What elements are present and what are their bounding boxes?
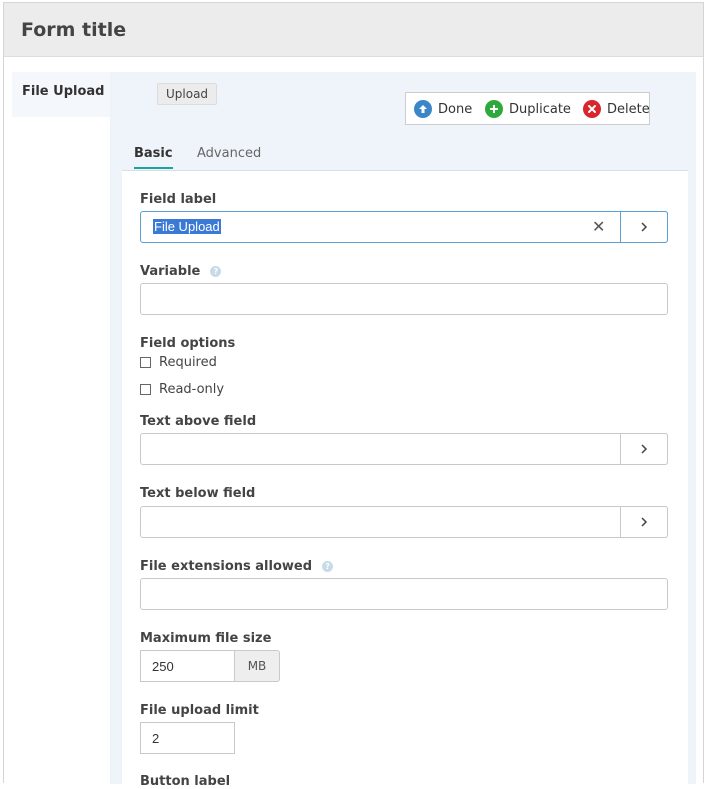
variable-heading: Variable ? xyxy=(140,264,222,279)
read-only-checkbox[interactable] xyxy=(140,384,151,395)
clear-icon[interactable]: ✕ xyxy=(592,217,605,236)
max-file-size-heading: Maximum file size xyxy=(140,631,272,646)
text-below-expand-button[interactable] xyxy=(620,506,668,538)
help-icon[interactable]: ? xyxy=(322,561,334,572)
close-icon xyxy=(583,100,601,118)
form-header: Form title xyxy=(4,3,703,57)
field-options-heading: Field options xyxy=(140,336,236,351)
variable-heading-text: Variable xyxy=(140,264,201,279)
editor-tabs: Basic Advanced xyxy=(122,144,688,171)
action-toolbar: Done Duplicate Delete xyxy=(405,92,650,125)
duplicate-button[interactable]: Duplicate xyxy=(485,99,571,119)
chevron-right-icon xyxy=(641,222,648,232)
field-label-expand-button[interactable] xyxy=(620,211,668,243)
chevron-right-icon xyxy=(641,517,648,527)
upload-limit-input[interactable]: 2 xyxy=(140,722,235,754)
basic-settings-panel: Field label File Upload ✕ Variable ? Fie… xyxy=(122,171,688,789)
done-button[interactable]: Done xyxy=(414,99,472,119)
field-list-item-label: File Upload xyxy=(22,84,105,99)
required-label: Required xyxy=(159,355,217,370)
upload-limit-heading: File upload limit xyxy=(140,703,259,718)
form-title[interactable]: Form title xyxy=(21,19,126,41)
required-option[interactable]: Required xyxy=(140,355,217,370)
duplicate-label: Duplicate xyxy=(509,101,571,117)
file-extensions-heading-text: File extensions allowed xyxy=(140,559,313,574)
read-only-label: Read-only xyxy=(159,382,225,397)
tab-advanced[interactable]: Advanced xyxy=(197,146,261,167)
max-file-size-value: 250 xyxy=(152,659,174,674)
variable-input[interactable] xyxy=(140,283,668,315)
max-file-size-input[interactable]: 250 xyxy=(140,650,235,682)
text-above-heading: Text above field xyxy=(140,414,257,429)
field-label-heading: Field label xyxy=(140,192,217,207)
form-builder: Form title File Upload Upload Done Dupli… xyxy=(3,2,704,789)
chevron-right-icon xyxy=(641,444,648,454)
file-extensions-heading: File extensions allowed ? xyxy=(140,559,334,574)
upload-limit-value: 2 xyxy=(152,731,160,746)
field-label-selected-text: File Upload xyxy=(153,219,221,234)
field-label-input[interactable]: File Upload ✕ xyxy=(140,211,668,243)
tab-basic[interactable]: Basic xyxy=(134,146,173,169)
done-label: Done xyxy=(438,101,473,117)
text-above-expand-button[interactable] xyxy=(620,433,668,465)
file-extensions-input[interactable] xyxy=(140,578,668,610)
delete-button[interactable]: Delete xyxy=(583,99,650,119)
help-icon[interactable]: ? xyxy=(210,266,222,277)
arrow-up-icon xyxy=(414,100,432,118)
field-editor: Upload Done Duplicate Delete Basic Advan… xyxy=(110,72,696,789)
max-file-size-unit: MB xyxy=(234,650,280,682)
button-label-heading: Button label xyxy=(140,774,231,789)
read-only-option[interactable]: Read-only xyxy=(140,382,224,397)
text-below-input[interactable] xyxy=(140,506,668,538)
text-above-input[interactable] xyxy=(140,433,668,465)
field-type-badge: Upload xyxy=(157,83,218,105)
delete-label: Delete xyxy=(607,101,650,117)
field-list-item-file-upload[interactable]: File Upload xyxy=(12,72,110,117)
required-checkbox[interactable] xyxy=(140,357,151,368)
text-below-heading: Text below field xyxy=(140,486,256,501)
plus-icon xyxy=(485,100,503,118)
